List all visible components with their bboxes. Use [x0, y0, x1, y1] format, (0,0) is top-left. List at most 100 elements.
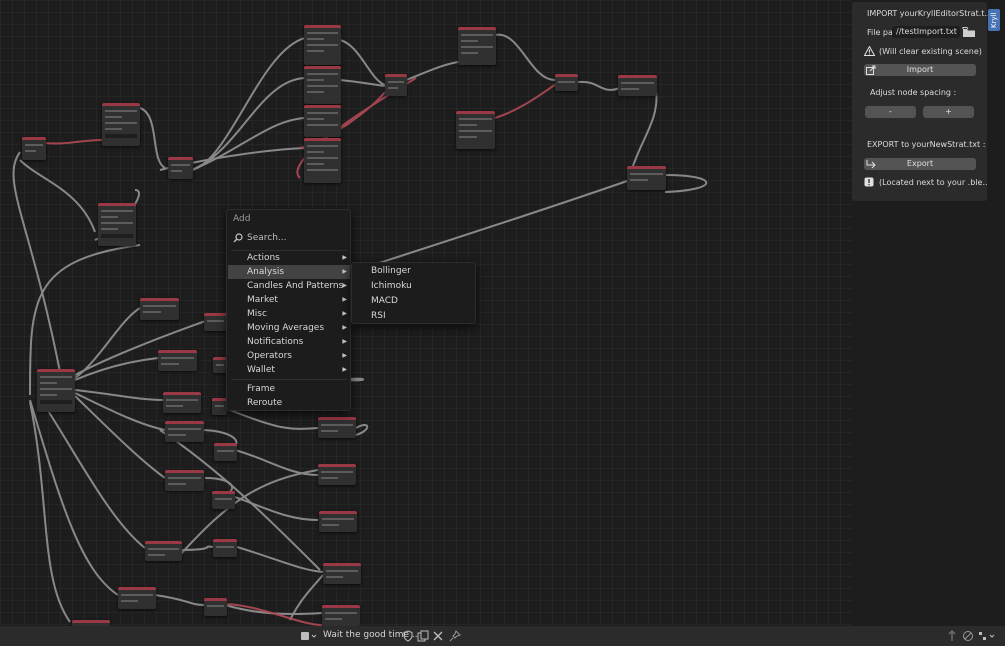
graph-node[interactable]	[213, 539, 237, 557]
menu-item-label: Frame	[247, 384, 276, 394]
graph-node[interactable]	[118, 587, 156, 609]
graph-node[interactable]	[322, 605, 360, 626]
spacing-minus-button[interactable]: -	[865, 106, 916, 118]
kryll-panel: IMPORT yourKryllEditorStrat.t.. File pa …	[852, 2, 990, 201]
graph-node[interactable]	[165, 470, 204, 491]
snap-icon[interactable]	[962, 630, 974, 642]
graph-node[interactable]	[212, 398, 227, 415]
menu-item-label: Notifications	[247, 337, 304, 347]
menu-item-label: Market	[247, 295, 278, 305]
overlay-options-icon[interactable]	[978, 630, 996, 642]
duplicate-icon[interactable]	[417, 630, 429, 642]
menu-item-reroute[interactable]: Reroute	[228, 396, 350, 410]
graph-node[interactable]	[213, 357, 227, 373]
submenu-arrow-icon: ▶	[342, 310, 347, 317]
submenu-arrow-icon: ▶	[342, 366, 347, 373]
graph-node[interactable]	[158, 350, 197, 371]
graph-node[interactable]	[385, 74, 407, 96]
add-menu-title: Add	[233, 214, 251, 224]
graph-node[interactable]	[304, 66, 341, 104]
search-icon	[233, 233, 243, 243]
info-icon	[864, 177, 874, 187]
menu-item-moving-averages[interactable]: Moving Averages ▶	[228, 321, 350, 335]
warning-icon	[863, 45, 876, 56]
graph-node[interactable]	[318, 464, 356, 485]
spacing-plus-button[interactable]: +	[923, 106, 974, 118]
submenu-item-macd[interactable]: MACD	[371, 296, 398, 306]
folder-icon[interactable]	[962, 26, 976, 38]
export-icon	[866, 160, 876, 169]
file-path-field[interactable]: //testImport.txt	[892, 26, 960, 38]
graph-node[interactable]	[145, 541, 182, 561]
graph-node[interactable]	[212, 491, 235, 509]
tab-kryll[interactable]: Kryll	[988, 9, 1000, 31]
menu-item-label: Candles And Patterns	[247, 281, 344, 291]
menu-item-market[interactable]: Market ▶	[228, 293, 350, 307]
menu-item-analysis[interactable]: Analysis ▶	[228, 265, 350, 279]
menu-item-notifications[interactable]: Notifications ▶	[228, 335, 350, 349]
node-editor-canvas[interactable]: Add Search... Actions ▶ Analysis ▶ Candl…	[0, 0, 852, 626]
import-button-label: Import	[906, 65, 934, 74]
graph-node[interactable]	[304, 138, 341, 183]
shield-icon[interactable]	[402, 630, 414, 642]
submenu-arrow-icon: ▶	[342, 352, 347, 359]
graph-node[interactable]	[627, 166, 666, 190]
graph-node[interactable]	[458, 27, 496, 65]
menu-item-label: Moving Averages	[247, 323, 325, 333]
menu-item-label: Analysis	[247, 267, 285, 277]
info-text: (Located next to your .ble..	[879, 178, 988, 187]
import-title: IMPORT yourKryllEditorStrat.t..	[867, 9, 990, 18]
file-path-label: File pa	[867, 28, 893, 37]
import-button[interactable]: Import	[864, 64, 976, 76]
add-menu-search[interactable]: Search...	[228, 230, 350, 246]
graph-node[interactable]	[555, 74, 578, 91]
graph-node[interactable]	[163, 392, 201, 413]
menu-item-label: Reroute	[247, 398, 283, 408]
graph-node[interactable]	[168, 157, 193, 179]
graph-node[interactable]	[323, 563, 361, 584]
menu-item-misc[interactable]: Misc ▶	[228, 307, 350, 321]
spacing-label: Adjust node spacing :	[870, 88, 957, 97]
graph-node[interactable]	[98, 203, 136, 246]
import-icon	[866, 65, 876, 75]
warning-text: (Will clear existing scene)	[879, 47, 982, 56]
graph-node[interactable]	[204, 313, 227, 331]
export-button-label: Export	[906, 159, 934, 168]
export-button[interactable]: Export	[864, 158, 976, 170]
menu-item-frame[interactable]: Frame	[228, 382, 350, 396]
submenu-item-rsi[interactable]: RSI	[371, 311, 386, 321]
graph-node[interactable]	[204, 598, 227, 616]
submenu-item-bollinger[interactable]: Bollinger	[371, 266, 411, 276]
menu-item-wallet[interactable]: Wallet ▶	[228, 363, 350, 377]
editor-type-icon[interactable]	[300, 630, 318, 642]
graph-node[interactable]	[456, 111, 495, 149]
graph-node[interactable]	[304, 105, 341, 137]
graph-node[interactable]	[140, 298, 179, 320]
graph-node[interactable]	[304, 25, 341, 65]
menu-item-operators[interactable]: Operators ▶	[228, 349, 350, 363]
graph-node[interactable]	[165, 421, 204, 442]
submenu-arrow-icon: ▶	[342, 296, 347, 303]
graph-node[interactable]	[214, 443, 237, 461]
pin-icon[interactable]	[449, 630, 461, 642]
status-bar: Wait the good time ..	[0, 626, 1005, 646]
menu-item-label: Wallet	[247, 365, 275, 375]
close-icon[interactable]	[432, 630, 444, 642]
analysis-submenu: Bollinger Ichimoku MACD RSI	[351, 262, 476, 324]
submenu-arrow-icon: ▶	[342, 324, 347, 331]
parent-node-icon[interactable]	[946, 630, 958, 642]
graph-node[interactable]	[102, 103, 140, 146]
graph-node[interactable]	[318, 417, 356, 438]
submenu-item-ichimoku[interactable]: Ichimoku	[371, 281, 412, 291]
graph-node[interactable]	[319, 511, 357, 532]
menu-item-candles-and-patterns[interactable]: Candles And Patterns ▶	[228, 279, 350, 293]
submenu-arrow-icon: ▶	[342, 338, 347, 345]
graph-node[interactable]	[618, 75, 657, 96]
graph-node[interactable]	[22, 137, 46, 160]
graph-node[interactable]	[37, 369, 75, 412]
submenu-arrow-icon: ▶	[342, 254, 347, 261]
menu-item-actions[interactable]: Actions ▶	[228, 251, 350, 265]
menu-item-label: Operators	[247, 351, 292, 361]
export-title: EXPORT to yourNewStrat.txt :	[867, 140, 986, 149]
sidebar-panel: IMPORT yourKryllEditorStrat.t.. File pa …	[852, 0, 1005, 646]
